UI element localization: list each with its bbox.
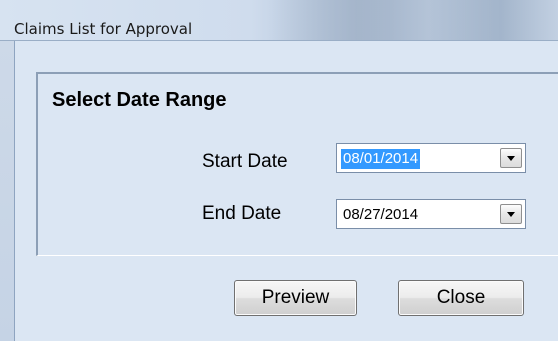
close-button[interactable]: Close: [398, 280, 524, 316]
preview-button[interactable]: Preview: [234, 280, 357, 316]
end-date-picker[interactable]: 08/27/2014: [336, 199, 526, 229]
dialog-window: Claims List for Approval Select Date Ran…: [0, 0, 558, 341]
start-date-dropdown-button[interactable]: [500, 148, 522, 168]
window-title: Claims List for Approval: [14, 20, 193, 38]
start-date-label: Start Date: [202, 151, 288, 172]
start-date-value[interactable]: 08/01/2014: [341, 149, 421, 169]
chevron-down-icon: [507, 156, 515, 161]
window-frame-left: [0, 41, 15, 341]
group-title: Select Date Range: [52, 89, 227, 111]
end-date-dropdown-button[interactable]: [500, 204, 522, 224]
end-date-value[interactable]: 08/27/2014: [341, 205, 420, 225]
end-date-label: End Date: [202, 203, 282, 224]
start-date-picker[interactable]: 08/01/2014: [336, 143, 526, 173]
title-bar[interactable]: Claims List for Approval: [0, 0, 558, 41]
chevron-down-icon: [507, 212, 515, 217]
title-bar-background: [270, 0, 558, 40]
